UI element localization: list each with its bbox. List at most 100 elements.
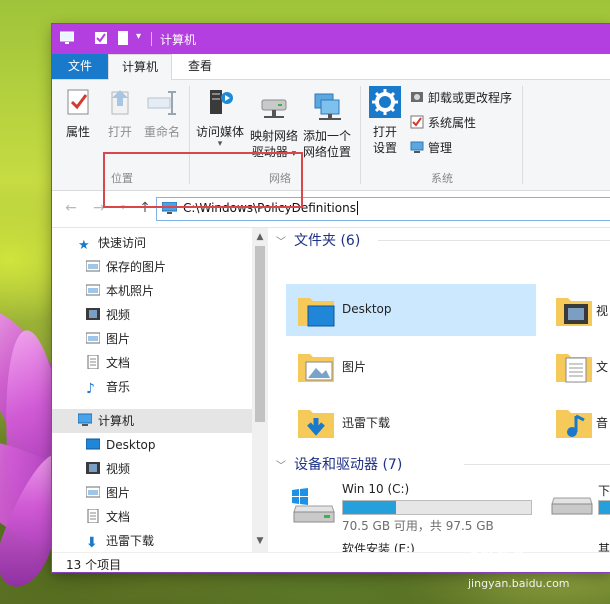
system-properties-icon — [410, 115, 424, 129]
drive-usage-bar — [598, 500, 610, 515]
nav-item-label: 图片 — [106, 332, 131, 346]
title-separator — [151, 32, 152, 46]
nav-item-computer[interactable]: 计算机 — [78, 410, 134, 432]
network-drive-icon — [261, 99, 287, 118]
access-media-label: 访问媒体 — [195, 125, 244, 139]
nav-item-label: 图片 — [106, 486, 131, 500]
nav-item-label: 计算机 — [98, 414, 135, 428]
uninstall-program-label: 卸载或更改程序 — [428, 91, 513, 105]
nav-item-music[interactable]: ♪ 音乐 — [86, 376, 130, 398]
nav-item-label: 文档 — [106, 510, 131, 524]
nav-item-documents[interactable]: 文档 — [86, 352, 130, 374]
open-settings-button[interactable]: 打开 设置 — [364, 86, 406, 156]
rename-button[interactable]: 重命名 — [140, 86, 184, 140]
title-bar: ▾ 计算机 — [52, 24, 610, 54]
nav-item-quick-access[interactable]: ★ 快速访问 — [78, 232, 146, 254]
nav-item-saved-pictures[interactable]: 保存的图片 — [86, 256, 166, 278]
nav-item-pictures[interactable]: 图片 — [86, 328, 130, 350]
tab-computer[interactable]: 计算机 — [108, 54, 172, 80]
folders-section-header[interactable]: ﹀ 文件夹 (6) — [276, 230, 360, 250]
folder-label: 文 — [596, 360, 609, 374]
nav-item-label: 视频 — [106, 462, 131, 476]
access-media-button[interactable]: 访问媒体 ▾ — [194, 86, 246, 149]
drive-name: 其 — [598, 542, 610, 552]
nav-pane-scrollbar[interactable]: ▲ ▼ — [252, 228, 268, 552]
add-network-location-button[interactable]: 添加一个 网络位置 — [300, 90, 354, 160]
drive-c[interactable]: Win 10 (C:) 70.5 GB 可用，共 97.5 GB — [286, 480, 546, 533]
group-separator — [522, 86, 523, 184]
folder-tile-documents[interactable]: 文 — [546, 340, 610, 392]
map-network-drive-line1: 映射网络 — [249, 129, 298, 143]
video-folder-icon — [86, 462, 100, 474]
quick-access-dropdown-icon[interactable]: ▾ — [136, 31, 141, 42]
open-settings-label: 打开 设置 — [364, 124, 406, 156]
hard-drive-icon — [551, 497, 593, 515]
network-location-icon — [314, 93, 341, 120]
add-network-location-line1: 添加一个 — [302, 129, 351, 143]
properties-button[interactable]: 属性 — [58, 86, 98, 140]
baidu-watermark-url: jingyan.baidu.com — [468, 577, 570, 590]
nav-item-documents-2[interactable]: 文档 — [86, 506, 130, 528]
nav-item-camera-roll[interactable]: 本机照片 — [86, 280, 154, 302]
pictures-folder-icon — [86, 486, 100, 498]
devices-section-header[interactable]: ﹀ 设备和驱动器 (7) — [276, 454, 402, 474]
uninstall-program-button[interactable]: 卸载或更改程序 — [410, 88, 512, 108]
tab-view[interactable]: 查看 — [172, 54, 228, 79]
manage-label: 管理 — [428, 141, 453, 155]
folder-label: 迅雷下载 — [342, 416, 391, 430]
manage-button[interactable]: 管理 — [410, 138, 452, 158]
computer-icon[interactable] — [60, 31, 74, 45]
folder-label: 视 — [596, 304, 609, 318]
status-bar: 13 个项目 — [52, 552, 610, 572]
item-count: 13 个项目 — [66, 558, 122, 572]
system-group-label: 系统 — [431, 172, 453, 185]
open-label: 打开 — [107, 125, 132, 139]
new-folder-icon[interactable] — [116, 31, 130, 45]
folders-header-text: 文件夹 (6) — [294, 233, 361, 249]
drive-name: 下 — [598, 484, 610, 498]
pictures-folder-icon — [298, 354, 334, 382]
folder-tile-music[interactable]: 音 — [546, 396, 610, 448]
open-button[interactable]: 打开 — [100, 86, 140, 140]
properties-check-icon[interactable] — [94, 31, 108, 45]
drive-usage-fill — [343, 501, 396, 514]
pictures-folder-icon — [86, 332, 100, 344]
nav-item-label: 快速访问 — [98, 236, 147, 250]
baidu-watermark-logo: Bai 经验 — [470, 542, 524, 557]
drive-d[interactable]: 下 — [546, 480, 610, 532]
folder-tile-videos[interactable]: 视 — [546, 284, 610, 336]
nav-item-label: 本机照片 — [106, 284, 155, 298]
text-cursor — [356, 201, 358, 215]
back-arrow-icon[interactable]: ← — [62, 199, 80, 217]
nav-item-pictures-2[interactable]: 图片 — [86, 482, 130, 504]
tab-file[interactable]: 文件 — [52, 54, 108, 79]
scroll-down-icon[interactable]: ▼ — [252, 534, 268, 548]
file-explorer-window: ▾ 计算机 文件 计算机 查看 属性 打开 重命名 位置 访问媒体 ▾ 映射网络… — [52, 24, 610, 572]
folder-label: 音 — [596, 416, 609, 430]
scrollbar-thumb[interactable] — [255, 246, 265, 422]
scroll-up-icon[interactable]: ▲ — [252, 230, 268, 244]
folder-tile-desktop[interactable]: Desktop — [286, 284, 536, 336]
folder-tile-thunder-downloads[interactable]: 迅雷下载 — [286, 396, 536, 448]
folder-label: 图片 — [342, 360, 367, 374]
nav-item-videos-2[interactable]: 视频 — [86, 458, 130, 480]
manage-computer-icon — [410, 141, 424, 153]
desktop-icon — [86, 438, 100, 450]
nav-item-thunder-downloads[interactable]: ⬇ 迅雷下载 — [86, 530, 154, 552]
nav-item-label: 保存的图片 — [106, 260, 167, 274]
navigation-pane: ★ 快速访问 保存的图片 本机照片 视频 图片 文档 ♪ 音乐 计算机 Deskto… — [52, 228, 268, 552]
nav-item-videos[interactable]: 视频 — [86, 304, 130, 326]
drive-other[interactable]: 其 — [546, 538, 610, 552]
pictures-folder-icon — [86, 284, 100, 296]
content-pane: ﹀ 文件夹 (6) Desktop 图片 迅雷下载 视 文 音 ﹀ 设备和驱动器… — [268, 228, 610, 552]
nav-item-desktop[interactable]: Desktop — [86, 434, 156, 456]
rename-icon — [147, 91, 176, 115]
system-properties-button[interactable]: 系统属性 — [410, 113, 476, 133]
folder-label: Desktop — [342, 302, 392, 316]
nav-item-label: 文档 — [106, 356, 131, 370]
download-folder-icon — [298, 410, 334, 438]
folder-tile-pictures[interactable]: 图片 — [286, 340, 536, 392]
ribbon-tabs: 文件 计算机 查看 — [52, 54, 610, 80]
open-icon — [111, 90, 129, 115]
chevron-down-icon: ﹀ — [276, 461, 286, 472]
